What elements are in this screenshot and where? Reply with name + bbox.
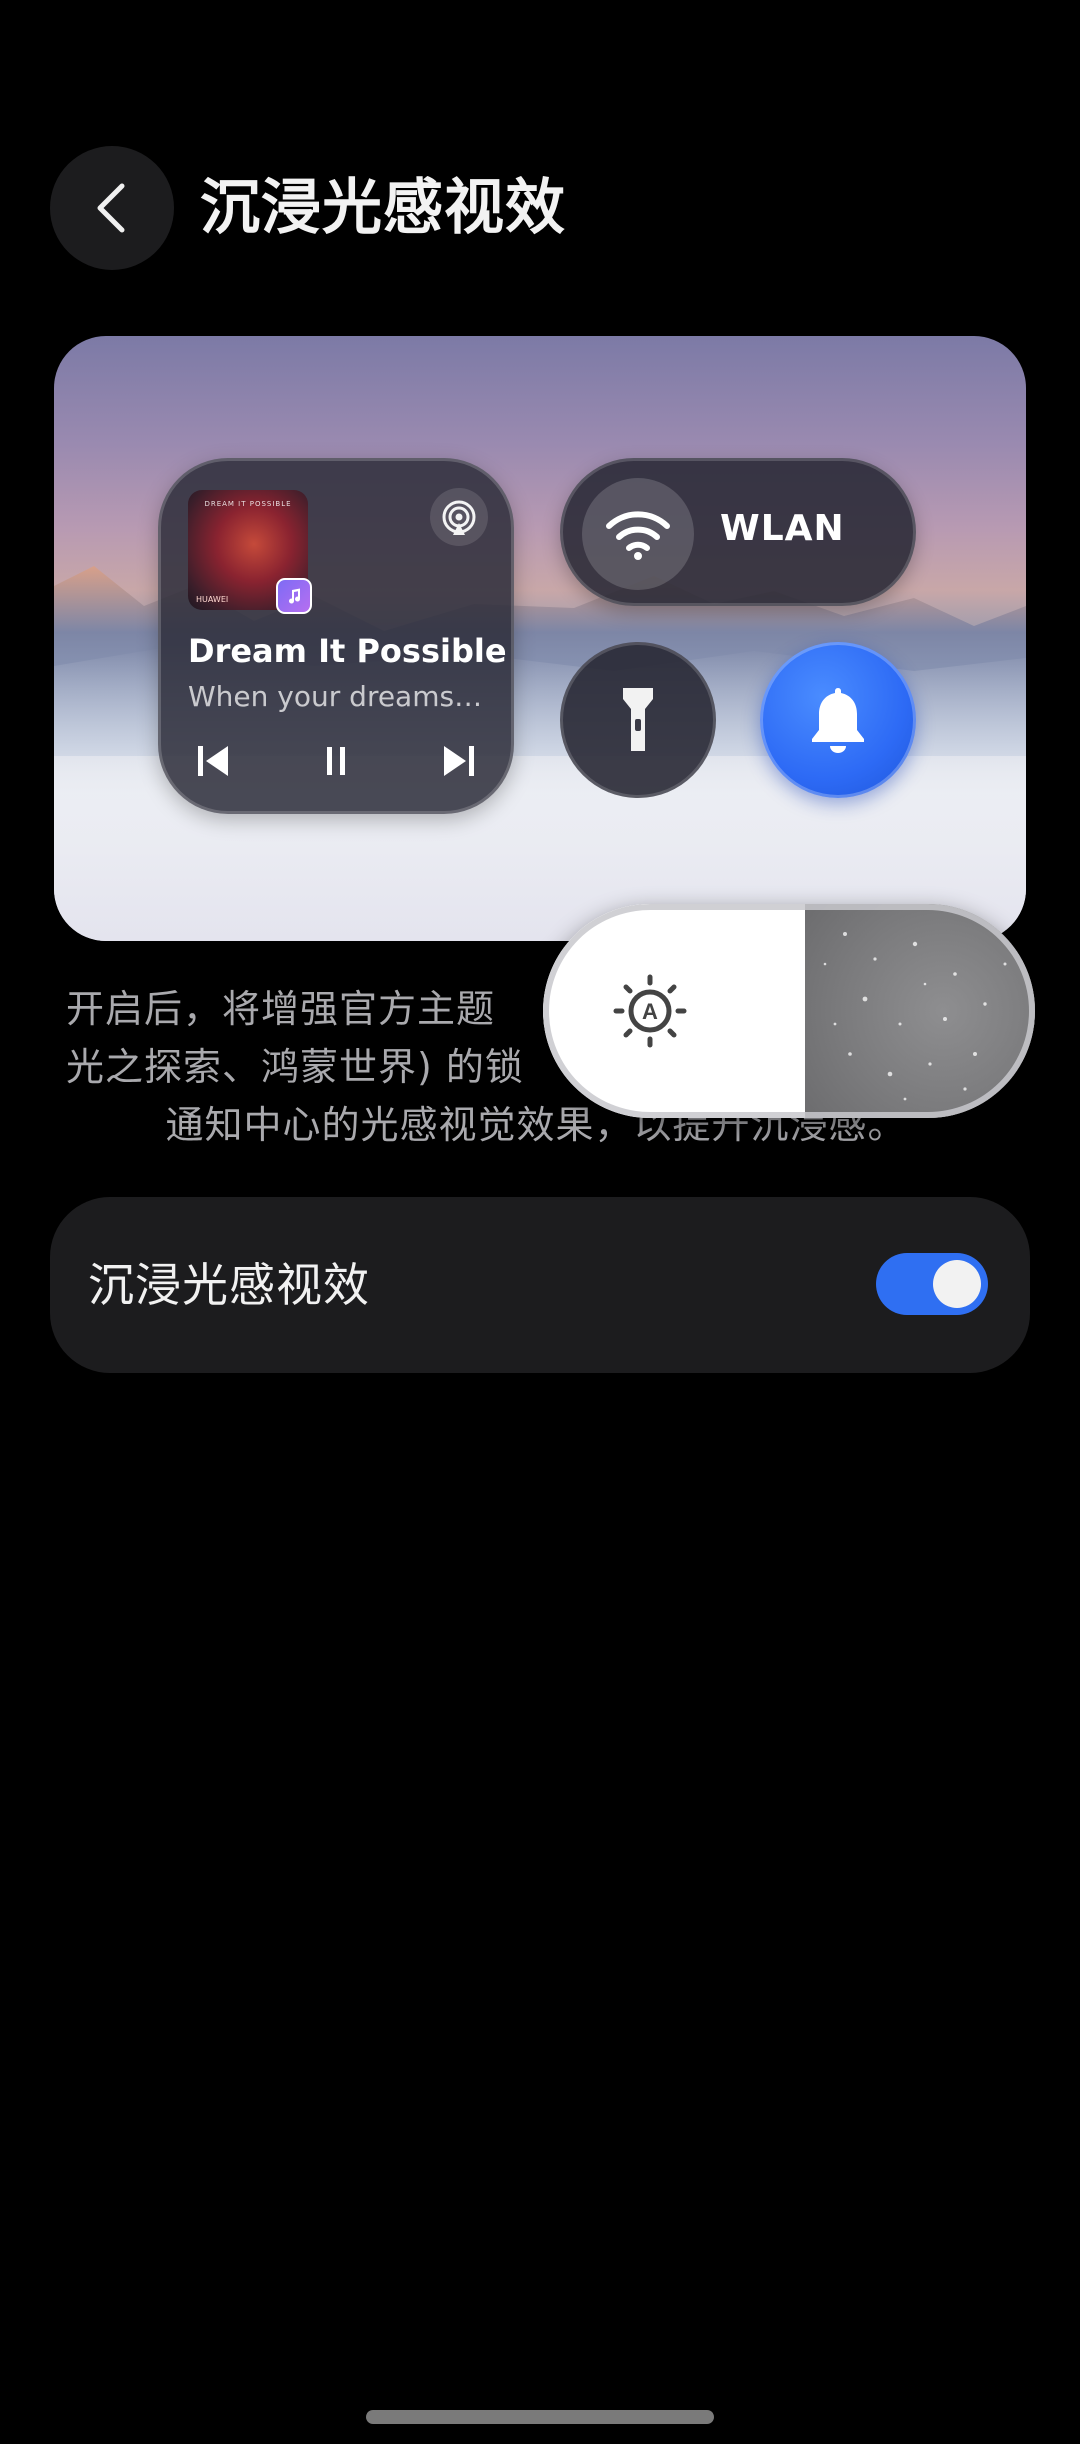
wlan-label: WLAN bbox=[720, 508, 845, 549]
bell-icon bbox=[812, 688, 864, 753]
toggle-knob bbox=[933, 1260, 981, 1308]
wifi-icon bbox=[582, 478, 694, 590]
flashlight-icon bbox=[623, 688, 653, 751]
home-indicator[interactable] bbox=[366, 2410, 714, 2424]
previous-icon[interactable] bbox=[192, 741, 234, 781]
back-button[interactable] bbox=[50, 146, 174, 270]
preview-image: DREAM IT POSSIBLE HUAWEI Dream It Possib… bbox=[54, 336, 1026, 941]
song-subtitle: When your dreams… bbox=[188, 680, 483, 713]
brightness-slider-track bbox=[805, 904, 1035, 1118]
cast-icon[interactable] bbox=[430, 488, 488, 546]
pause-icon[interactable] bbox=[315, 741, 357, 781]
wlan-toggle[interactable]: WLAN bbox=[560, 458, 916, 606]
song-title: Dream It Possible bbox=[188, 632, 507, 670]
music-widget[interactable]: DREAM IT POSSIBLE HUAWEI Dream It Possib… bbox=[158, 458, 514, 814]
flashlight-button[interactable] bbox=[560, 642, 716, 798]
music-controls bbox=[180, 738, 492, 784]
immersive-effect-toggle[interactable] bbox=[876, 1253, 988, 1315]
setting-label: 沉浸光感视效 bbox=[88, 1258, 370, 1312]
bell-button[interactable] bbox=[760, 642, 916, 798]
next-icon[interactable] bbox=[438, 741, 480, 781]
page-title: 沉浸光感视效 bbox=[200, 173, 566, 243]
immersive-effect-setting[interactable]: 沉浸光感视效 bbox=[50, 1197, 1030, 1373]
svg-text:A: A bbox=[642, 999, 658, 1024]
chevron-left-icon bbox=[97, 183, 125, 233]
music-note-icon bbox=[276, 578, 312, 614]
auto-brightness-icon: A bbox=[613, 974, 687, 1048]
brightness-slider[interactable]: A bbox=[543, 904, 1035, 1118]
